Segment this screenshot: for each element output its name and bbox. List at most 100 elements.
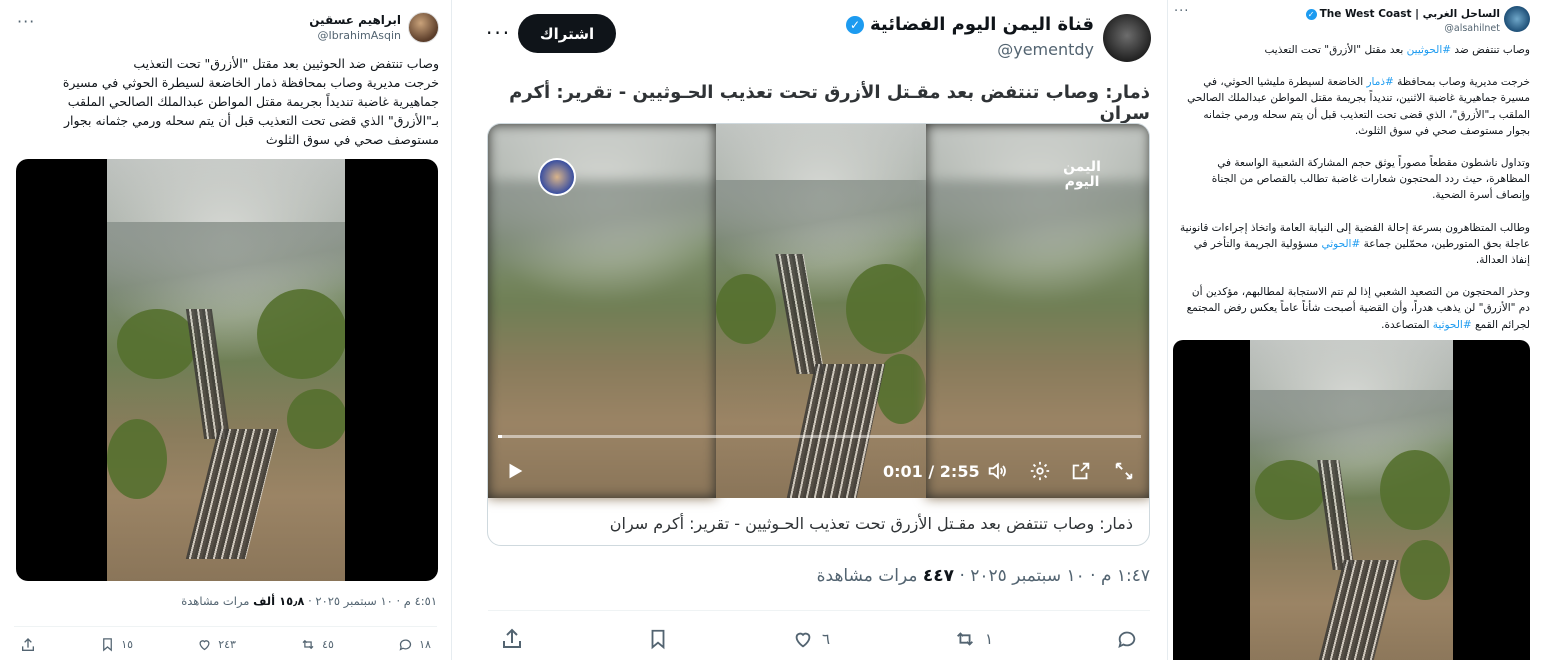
video-player[interactable]: اليمن اليوم 0:01 / 2:55 (488, 124, 1149, 498)
hashtag-link[interactable]: #الحوثي (1321, 238, 1360, 250)
tweet-actions: ٦ ١ (488, 610, 1150, 660)
like-button[interactable]: ٦ (792, 628, 830, 650)
tweet-meta: ٤:٥١ م · ١٠ سبتمبر ٢٠٢٥ · ١٥٫٨ ألف مرات … (181, 594, 437, 608)
bookmark-icon (103, 638, 113, 652)
more-options-icon[interactable]: ··· (17, 12, 35, 31)
video-blur-left (488, 124, 716, 498)
settings-button[interactable] (1029, 460, 1051, 482)
video-card[interactable]: اليمن اليوم 0:01 / 2:55 ذمار: وصاب تنتفض… (487, 123, 1150, 546)
paragraph-text: وتداول ناشطون مقطعاً مصوراً يوثق حجم الم… (1211, 157, 1530, 202)
reply-button[interactable]: ١٨ (398, 637, 431, 652)
author-name[interactable]: قناة اليمن اليوم الفضائية (870, 14, 1094, 35)
play-button[interactable] (504, 460, 526, 482)
views-label: مرات مشاهدة (181, 594, 254, 608)
video-blur-right (926, 124, 1149, 498)
card-caption[interactable]: ذمار: وصاب تنتفض بعد مقـتل الأزرق تحت تع… (610, 514, 1133, 533)
video-frame (1250, 340, 1453, 660)
tweet-actions: ١٥ ٢٤٣ ٤٥ ١٨ (14, 626, 437, 656)
more-options-icon[interactable]: ··· (1174, 4, 1189, 19)
volume-icon (988, 462, 1006, 480)
video-frame (716, 124, 926, 498)
paragraph-text: المتصاعدة. (1381, 318, 1433, 331)
paragraph-text: وصاب تنتفض ضد (1451, 44, 1530, 56)
author-name-row: الساحل الغربي | The West Coast ✓ (1305, 8, 1500, 20)
verified-badge-icon: ✓ (845, 15, 864, 34)
center-tweet: ··· اشتراك قناة اليمن اليوم الفضائية ✓ @… (466, 0, 1172, 660)
tweet-text-line: وصاب تنتفض ضد الحوثيين بعد مقتل "الأزرق"… (133, 56, 439, 71)
volume-button[interactable] (986, 460, 1008, 482)
channel-badge-icon (538, 158, 576, 196)
bookmark-button[interactable] (647, 628, 669, 650)
popout-icon (1072, 462, 1090, 480)
fullscreen-button[interactable] (1113, 460, 1135, 482)
avatar[interactable] (1504, 6, 1530, 32)
tweet-video[interactable] (16, 159, 438, 581)
tweet-paragraph: وحذر المحتجون من التصعيد الشعبي إذا لم ت… (1178, 284, 1530, 333)
left-tweet: ··· ابراهيم عسقين @IbrahimAsqin وصاب تنت… (0, 0, 452, 660)
author-handle[interactable]: @yementdy (997, 40, 1094, 59)
video-progress-bar[interactable] (498, 435, 1141, 438)
tweet-meta: ١:٤٧ م · ١٠ سبتمبر ٢٠٢٥ · ٤٤٧ مرات مشاهد… (817, 566, 1150, 586)
tweet-text-line: خرجت مديرية وصاب بمحافظة ذمار الخاضعة لس… (62, 75, 439, 90)
retweet-count: ١ (984, 629, 994, 648)
hashtag-link[interactable]: #الحوثية (1433, 319, 1472, 331)
retweet-icon (302, 639, 314, 650)
views-label: مرات مشاهدة (816, 566, 923, 586)
retweet-count: ٤٥ (322, 638, 334, 651)
fullscreen-icon (1115, 462, 1133, 480)
more-options-icon[interactable]: ··· (486, 21, 511, 45)
tweet-text-line: بـ"الأزرق" الذي قضى تحت التعذيب قبل أن ي… (63, 113, 439, 128)
paragraph-text: وحذر المحتجون من التصعيد الشعبي إذا لم ت… (1186, 286, 1530, 331)
reply-icon (1118, 631, 1136, 648)
tweet-timestamp[interactable]: ٤:٥١ م · ١٠ سبتمبر ٢٠٢٥ · (304, 594, 437, 608)
video-time: 0:01 / 2:55 (883, 462, 980, 481)
avatar[interactable] (408, 12, 439, 43)
retweet-icon (956, 631, 973, 646)
views-count: ١٥٫٨ ألف (253, 594, 305, 608)
avatar[interactable] (1103, 14, 1151, 62)
hashtag-link[interactable]: #ذمار (1366, 76, 1393, 88)
gear-icon (1030, 461, 1050, 481)
tweet-paragraph: وطالب المتظاهرون بسرعة إحالة القضية إلى … (1178, 220, 1530, 269)
reply-button[interactable] (1116, 628, 1138, 650)
heart-icon (795, 632, 811, 647)
share-icon[interactable] (20, 637, 36, 653)
popout-button[interactable] (1070, 460, 1092, 482)
views-count: ٤٤٧ (922, 566, 955, 586)
tweet-paragraph: خرجت مديرية وصاب بمحافظة #ذمار الخاضعة ل… (1178, 74, 1530, 139)
tweet-text-line: مستوصف صحي في سوق الثلوث (265, 132, 439, 147)
play-icon (509, 463, 523, 479)
tweet-text-line: جماهيرية غاضبة تنديداً بجريمة مقتل الموا… (67, 94, 439, 109)
bookmark-button[interactable]: ١٥ (100, 637, 133, 652)
author-name-row: قناة اليمن اليوم الفضائية ✓ (845, 14, 1094, 35)
author-handle[interactable]: @IbrahimAsqin (318, 29, 402, 42)
like-count: ٦ (821, 629, 830, 648)
reply-icon (399, 639, 412, 651)
paragraph-text: خرجت مديرية وصاب بمحافظة (1393, 76, 1530, 89)
retweet-button[interactable]: ٤٥ (300, 637, 334, 652)
tweet-text: وصاب تنتفض ضد #الحوثيين بعد مقتل "الأزرق… (1178, 42, 1530, 349)
hashtag-link[interactable]: #الحوثيين (1407, 44, 1451, 56)
share-icon[interactable] (500, 627, 524, 651)
verified-badge-icon: ✓ (1305, 8, 1317, 20)
tweet-video[interactable] (1173, 340, 1530, 660)
video-progress-fill (498, 435, 502, 438)
bookmark-icon (651, 629, 665, 649)
like-count: ٢٤٣ (218, 638, 236, 651)
tweet-text: وصاب تنتفض ضد الحوثيين بعد مقتل "الأزرق"… (14, 54, 439, 149)
video-frame (107, 159, 345, 581)
bookmark-count: ١٥ (121, 638, 134, 651)
reply-count: ١٨ (419, 638, 431, 651)
subscribe-button[interactable]: اشتراك (518, 14, 616, 53)
channel-logo: اليمن اليوم (1063, 159, 1101, 190)
tweet-text: ذمار: وصاب تنتفض بعد مقـتل الأزرق تحت تع… (509, 82, 1150, 124)
author-handle[interactable]: @alsahilnet (1444, 23, 1500, 34)
tweet-paragraph: وتداول ناشطون مقطعاً مصوراً يوثق حجم الم… (1178, 155, 1530, 204)
retweet-button[interactable]: ١ (953, 628, 993, 650)
like-button[interactable]: ٢٤٣ (197, 637, 236, 652)
author-name[interactable]: الساحل الغربي | The West Coast (1320, 8, 1500, 20)
paragraph-text: بعد مقتل "الأزرق" تحت التعذيب (1264, 44, 1407, 56)
tweet-timestamp[interactable]: ١:٤٧ م · ١٠ سبتمبر ٢٠٢٥ · (954, 566, 1150, 586)
author-name[interactable]: ابراهيم عسقين (309, 13, 401, 27)
heart-icon (199, 640, 210, 651)
